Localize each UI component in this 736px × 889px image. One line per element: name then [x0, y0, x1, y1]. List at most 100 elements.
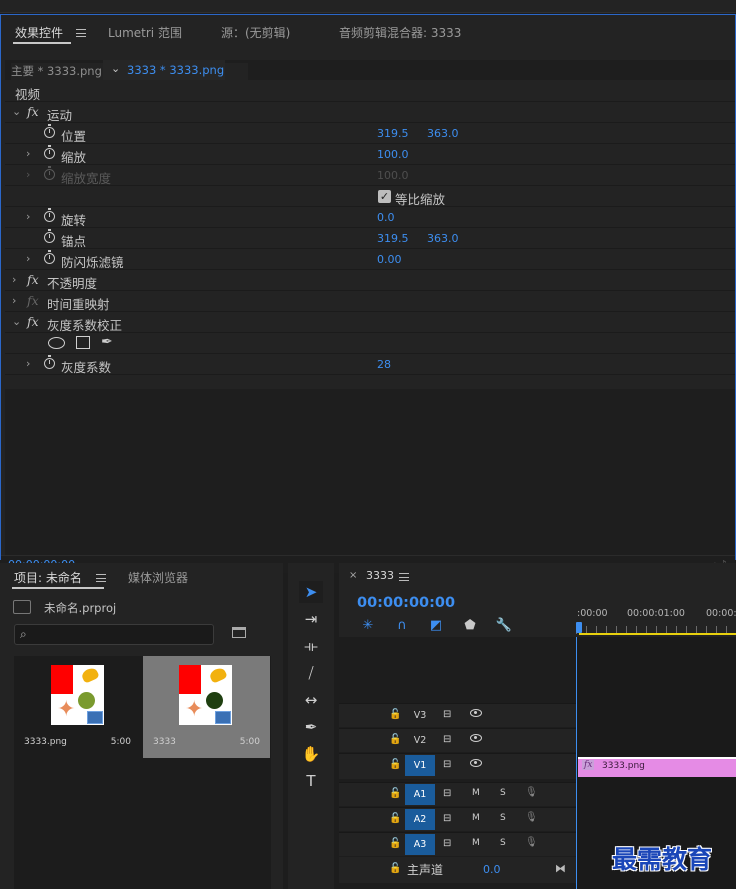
time-ruler[interactable]: :00:00 00:00:01:00 00:00:	[576, 602, 736, 636]
track-name[interactable]: A3	[405, 834, 435, 855]
track-name[interactable]: A2	[405, 809, 435, 830]
mute-button[interactable]: M	[472, 838, 480, 848]
stopwatch-icon[interactable]	[44, 229, 55, 243]
collapse-icon[interactable]: ⌄	[12, 105, 21, 118]
slip-tool-icon[interactable]: ↔	[299, 689, 323, 711]
project-item[interactable]: ✦ 3333.png 5:00	[14, 656, 141, 758]
timeline-clip[interactable]: fx 3333.png	[578, 757, 736, 777]
sequence-clip-selector[interactable]: ⌄ 3333 * 3333.png	[103, 60, 225, 80]
new-bin-icon[interactable]	[232, 627, 246, 638]
microphone-icon[interactable]: 🎙	[525, 837, 538, 848]
linked-selection-icon[interactable]: ◩	[427, 617, 445, 635]
track-select-tool-icon[interactable]: ⇥	[299, 608, 323, 630]
sequence-tab[interactable]: 3333	[366, 569, 394, 582]
rectangle-mask-icon[interactable]	[76, 336, 90, 349]
fx-icon[interactable]: fx	[27, 314, 39, 329]
stopwatch-icon[interactable]	[44, 145, 55, 159]
effect-time-remap[interactable]: › fx 时间重映射	[5, 291, 735, 312]
solo-button[interactable]: S	[500, 813, 506, 823]
expand-icon[interactable]: ›	[12, 294, 16, 307]
add-marker-icon[interactable]: ⬟	[461, 617, 479, 635]
fx-icon[interactable]: fx	[27, 104, 39, 119]
razor-tool-icon[interactable]: ⧸	[299, 662, 323, 684]
track-name[interactable]: V2	[405, 730, 435, 751]
track-name[interactable]: V3	[405, 705, 435, 726]
settings-wrench-icon[interactable]: 🔧	[495, 617, 513, 635]
scale-value[interactable]: 100.0	[377, 148, 409, 161]
eye-icon[interactable]	[470, 734, 482, 742]
lock-icon[interactable]: 🔓	[389, 813, 401, 824]
lock-icon[interactable]: 🔓	[389, 788, 401, 799]
pen-tool-icon[interactable]: ✒	[299, 716, 323, 738]
sync-lock-icon[interactable]: ⊟	[443, 734, 451, 745]
sync-lock-icon[interactable]: ⊟	[443, 788, 451, 799]
panel-menu-icon[interactable]	[76, 29, 86, 37]
solo-button[interactable]: S	[500, 838, 506, 848]
expand-icon[interactable]: ›	[26, 252, 30, 265]
tab-media-browser[interactable]: 媒体浏览器	[128, 569, 188, 586]
eye-icon[interactable]	[470, 759, 482, 767]
track-name[interactable]: V1	[405, 755, 435, 776]
lock-icon[interactable]: 🔓	[389, 759, 401, 770]
sync-lock-icon[interactable]: ⊟	[443, 813, 451, 824]
tab-lumetri-scopes[interactable]: Lumetri 范围	[108, 24, 182, 41]
ellipse-mask-icon[interactable]	[48, 337, 65, 349]
effect-gamma-correction[interactable]: ⌄ fx 灰度系数校正	[5, 312, 735, 333]
gamma-value[interactable]: 28	[377, 358, 391, 371]
panel-menu-icon[interactable]	[399, 573, 409, 581]
close-icon[interactable]: ×	[349, 570, 357, 581]
eye-icon[interactable]	[470, 709, 482, 717]
uniform-scale-checkbox[interactable]: ✓	[378, 190, 391, 203]
stopwatch-icon[interactable]	[44, 124, 55, 138]
rotation-value[interactable]: 0.0	[377, 211, 395, 224]
fx-icon[interactable]: fx	[27, 272, 39, 287]
nest-icon[interactable]: ✳	[359, 617, 377, 635]
work-area-bar[interactable]	[579, 633, 736, 635]
tab-effect-controls[interactable]: 效果控件	[15, 24, 63, 41]
selection-tool-icon[interactable]: ➤	[299, 581, 323, 603]
expand-icon[interactable]: ›	[26, 357, 30, 370]
project-item[interactable]: ✦ 3333 5:00	[143, 656, 270, 758]
collapse-icon[interactable]: ⌄	[12, 315, 21, 328]
solo-button[interactable]: S	[500, 788, 506, 798]
sync-lock-icon[interactable]: ⊟	[443, 759, 451, 770]
effect-opacity[interactable]: › fx 不透明度	[5, 270, 735, 291]
lock-icon[interactable]: 🔓	[389, 734, 401, 745]
tab-source[interactable]: 源：(无剪辑)	[221, 24, 290, 41]
snap-icon[interactable]: ∩	[393, 617, 411, 635]
tab-audio-clip-mixer[interactable]: 音频剪辑混合器: 3333	[339, 24, 461, 41]
effect-motion[interactable]: ⌄ fx 运动	[5, 102, 735, 123]
anti-flicker-value[interactable]: 0.00	[377, 253, 402, 266]
track-name[interactable]: A1	[405, 784, 435, 805]
microphone-icon[interactable]: 🎙	[525, 787, 538, 798]
ripple-edit-tool-icon[interactable]: ⟛	[299, 635, 323, 657]
anchor-y[interactable]: 363.0	[427, 232, 459, 245]
go-to-in-out-icon[interactable]: ⧓	[555, 862, 566, 875]
lock-icon[interactable]: 🔓	[389, 838, 401, 849]
lock-icon[interactable]: 🔓	[389, 863, 401, 874]
stopwatch-icon[interactable]	[44, 250, 55, 264]
panel-menu-icon[interactable]	[96, 574, 106, 582]
anchor-x[interactable]: 319.5	[377, 232, 409, 245]
expand-icon[interactable]: ›	[12, 273, 16, 286]
stopwatch-icon[interactable]	[44, 208, 55, 222]
lock-icon[interactable]: 🔓	[389, 709, 401, 720]
stopwatch-icon[interactable]	[44, 355, 55, 369]
sync-lock-icon[interactable]: ⊟	[443, 709, 451, 720]
sync-lock-icon[interactable]: ⊟	[443, 838, 451, 849]
playhead-handle[interactable]	[576, 622, 582, 633]
position-x[interactable]: 319.5	[377, 127, 409, 140]
expand-icon[interactable]: ›	[26, 210, 30, 223]
position-y[interactable]: 363.0	[427, 127, 459, 140]
search-input[interactable]: ⌕	[14, 624, 214, 645]
mute-button[interactable]: M	[472, 813, 480, 823]
master-volume-value[interactable]: 0.0	[483, 863, 501, 876]
timeline-timecode[interactable]: 00:00:00:00	[357, 595, 455, 611]
microphone-icon[interactable]: 🎙	[525, 812, 538, 823]
type-tool-icon[interactable]: T	[299, 770, 323, 792]
pen-mask-icon[interactable]: ✒	[101, 334, 113, 350]
hand-tool-icon[interactable]: ✋	[299, 743, 323, 765]
expand-icon[interactable]: ›	[26, 147, 30, 160]
tab-project[interactable]: 项目: 未命名	[14, 569, 82, 586]
mute-button[interactable]: M	[472, 788, 480, 798]
